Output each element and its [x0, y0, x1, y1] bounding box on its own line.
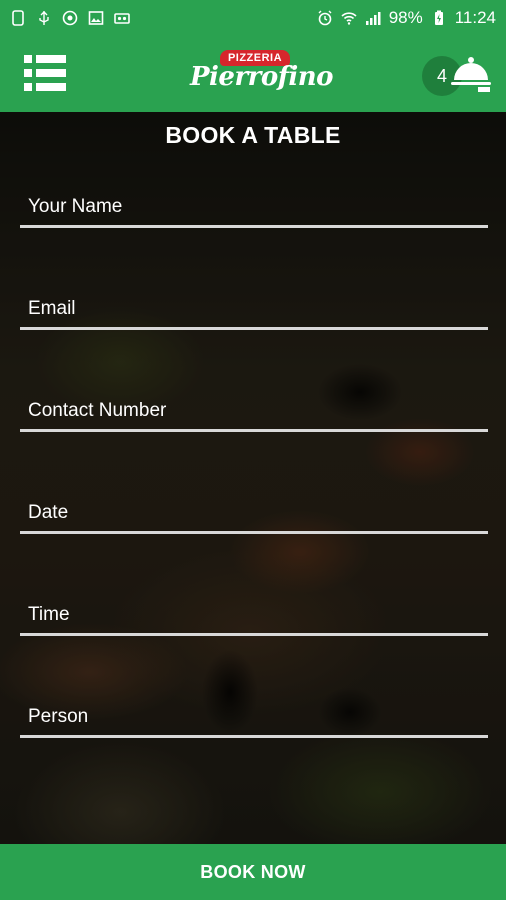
- battery-charging-icon: [434, 10, 443, 25]
- status-notifications: [10, 10, 130, 26]
- date-field-label: Date: [28, 502, 69, 523]
- logo-brand-name: Pierrofino: [190, 62, 334, 92]
- email-field[interactable]: Email: [20, 294, 488, 330]
- menu-button[interactable]: [24, 55, 66, 91]
- name-field-label: Your Name: [28, 196, 123, 217]
- page-title: BOOK A TABLE: [165, 122, 341, 148]
- contact-number-field[interactable]: Contact Number: [20, 396, 488, 432]
- alarm-icon: [318, 10, 332, 26]
- status-system: 98% 11:24: [317, 8, 496, 28]
- time-field[interactable]: Time: [20, 600, 488, 636]
- date-field[interactable]: Date: [20, 498, 488, 534]
- person-field[interactable]: Person: [20, 702, 488, 738]
- whatsapp-icon: [62, 10, 78, 26]
- cart-button[interactable]: 4: [422, 54, 494, 96]
- pizzeria-logo: PIZZERIA Pierrofino: [190, 48, 334, 104]
- serving-cloche-icon: [451, 57, 491, 92]
- voicemail-icon: [114, 13, 130, 24]
- battery-percent: 98%: [388, 8, 423, 27]
- usb-icon: [39, 11, 49, 25]
- time-field-label: Time: [28, 604, 70, 625]
- contact-number-field-label: Contact Number: [28, 400, 167, 421]
- app-bar: PIZZERIA Pierrofino 4: [0, 36, 506, 112]
- image-icon: [88, 11, 104, 25]
- signal-icon: [365, 12, 381, 25]
- book-now-button[interactable]: BOOK NOW: [0, 844, 506, 900]
- person-field-label: Person: [28, 706, 89, 727]
- status-bar: 98% 11:24: [0, 0, 506, 36]
- sim-icon: [12, 10, 24, 26]
- clock: 11:24: [454, 8, 496, 27]
- name-field[interactable]: Your Name: [20, 192, 488, 228]
- wifi-icon: [341, 12, 357, 25]
- email-field-label: Email: [28, 298, 76, 319]
